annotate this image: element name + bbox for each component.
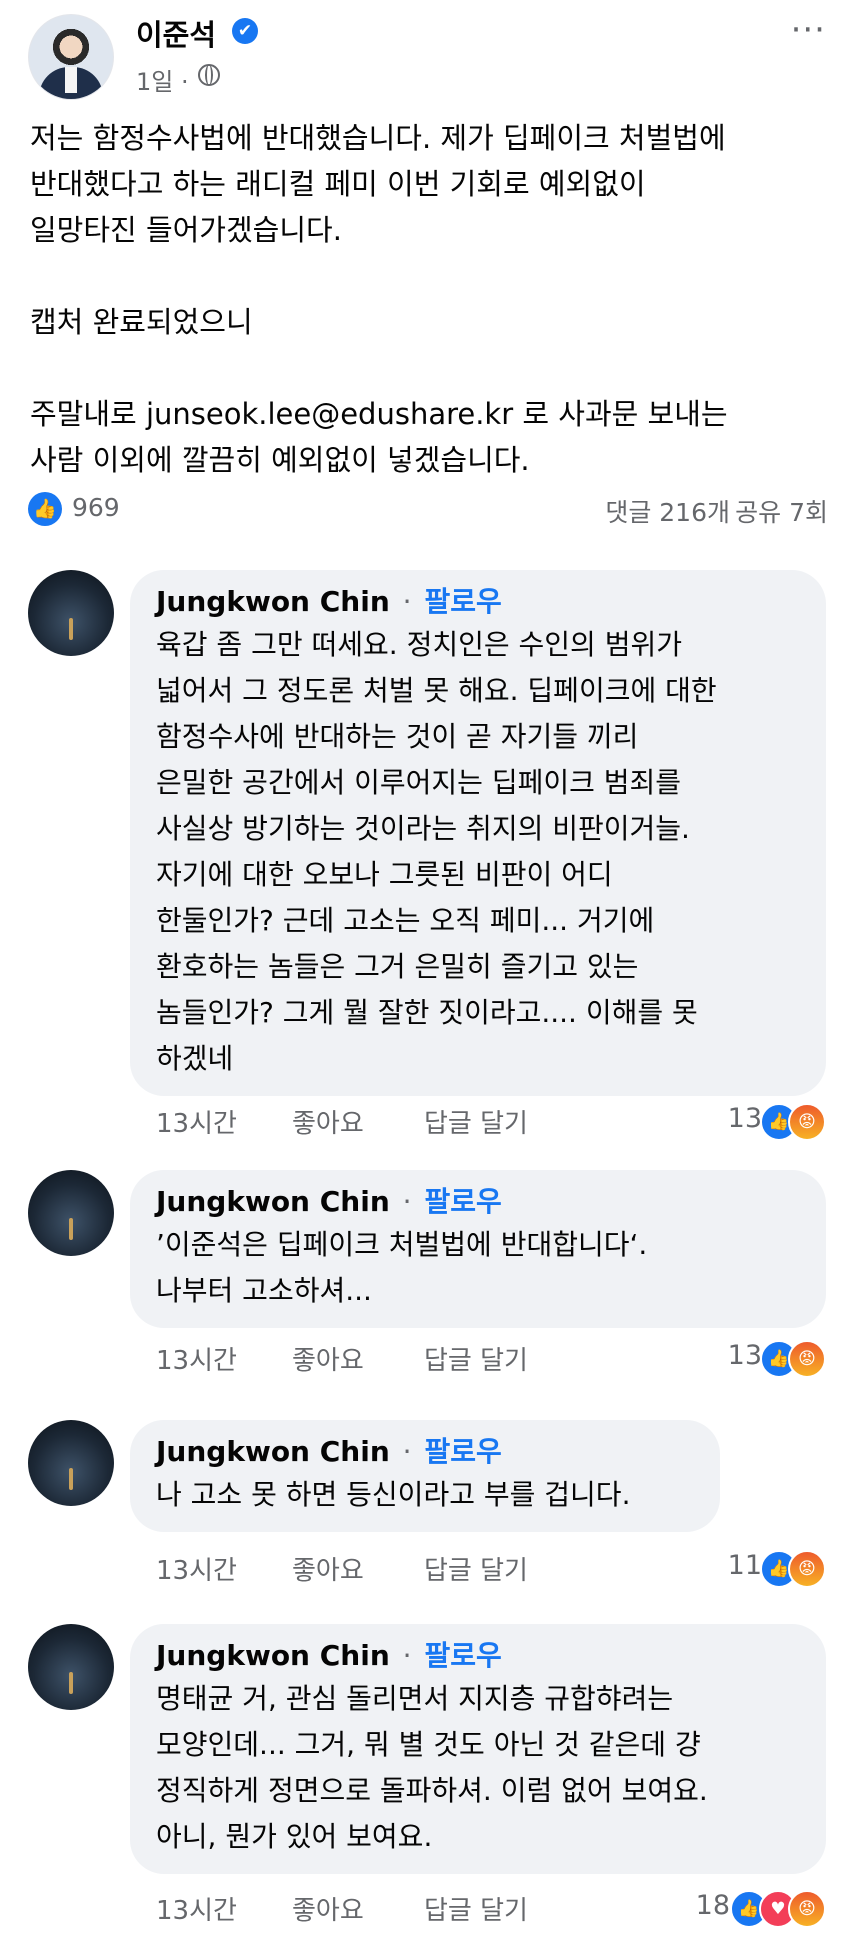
post-stats: 👍 969 댓글 216개 공유 7회 [0,490,850,536]
angry-reaction-icon: 😡 [788,1340,826,1378]
comment-bubble: Jungkwon Chin · 팔로우 명태균 거, 관심 돌리면서 지지층 규… [130,1624,826,1874]
angry-reaction-icon: 😡 [788,1103,826,1141]
comment-text: ’이준석은 딥페이크 처벌법에 반대합니다‘. 나부터 고소하셔... [156,1222,800,1314]
comment-text: 나 고소 못 하면 등신이라고 부를 겁니다. [156,1472,694,1518]
more-options-icon[interactable]: ··· [791,10,826,50]
comment-header: Jungkwon Chin · 팔로우 [156,582,800,622]
commenter-avatar[interactable] [28,1624,114,1710]
comment-line: ’이준석은 딥페이크 처벌법에 반대합니다‘. [156,1228,648,1261]
like-reaction-icon: 👍 [28,492,62,526]
comment-header: Jungkwon Chin · 팔로우 [156,1432,694,1472]
comment-bubble: Jungkwon Chin · 팔로우 나 고소 못 하면 등신이라고 부를 겁… [130,1420,720,1532]
comment-line: 놈들인가? 그게 뭘 잘한 짓이라고.... 이해를 못 [156,996,698,1029]
follow-button[interactable]: 팔로우 [424,585,501,618]
comment-line: 하겠네 [156,1042,234,1075]
comment-line: 아니, 뭔가 있어 보여요. [156,1820,433,1853]
comment-line: 명태균 거, 관심 돌리면서 지지층 규합햐려는 [156,1682,674,1715]
comment-bubble: Jungkwon Chin · 팔로우 ’이준석은 딥페이크 처벌법에 반대합니… [130,1170,826,1328]
commenter-avatar[interactable] [28,570,114,656]
like-comment-button[interactable]: 좋아요 [292,1890,364,1927]
reaction-count: 13 [727,1340,762,1371]
commenter-avatar[interactable] [28,1170,114,1256]
comment-line: 육갑 좀 그만 떠세요. 정치인은 수인의 범위가 [156,628,682,661]
commenter-name[interactable]: Jungkwon Chin [156,585,390,618]
reaction-count: 18 [695,1890,730,1921]
angry-reaction-icon: 😡 [788,1890,826,1928]
reaction-count: 13 [727,1103,762,1134]
comment-line: 모양인데... 그거, 뭐 별 것도 아닌 것 같은데 걍 [156,1728,701,1761]
follow-button[interactable]: 팔로우 [424,1185,501,1218]
separator-dot: · [402,1185,412,1218]
comment-reactions[interactable]: 11 👍 😡 [676,1550,826,1588]
like-comment-button[interactable]: 좋아요 [292,1340,364,1377]
share-count[interactable]: 공유 7회 [735,493,828,529]
post-line: 반대했다고 하는 래디컬 페미 이번 기회로 예외없이 [30,167,646,201]
comment-reactions[interactable]: 13 👍 😡 [676,1103,826,1141]
reaction-count: 11 [727,1550,762,1581]
commenter-name[interactable]: Jungkwon Chin [156,1639,390,1672]
post-line: 저는 함정수사법에 반대했습니다. 제가 딥페이크 처벌법에 [30,121,726,155]
comment-time[interactable]: 13시간 [156,1103,237,1140]
comment-header: Jungkwon Chin · 팔로우 [156,1636,800,1676]
comment-time[interactable]: 13시간 [156,1550,237,1587]
separator-dot: · [402,1639,412,1672]
comment-line: 환호하는 놈들은 그거 은밀히 즐기고 있는 [156,950,639,983]
comment-reactions[interactable]: 13 👍 😡 [676,1340,826,1378]
post-timestamp[interactable]: 1일 · [136,62,189,97]
comment-line: 자기에 대한 오보나 그릇된 비판이 어디 [156,858,613,891]
reply-button[interactable]: 답글 달기 [424,1103,528,1140]
avatar-shirt [65,67,77,93]
comment-time[interactable]: 13시간 [156,1890,237,1927]
like-comment-button[interactable]: 좋아요 [292,1103,364,1140]
comment-text: 육갑 좀 그만 떠세요. 정치인은 수인의 범위가 넓어서 그 정도론 처벌 못… [156,622,800,1082]
globe-icon [198,64,220,86]
separator-dot: · [402,585,412,618]
post-header: 이준석 ✔ 1일 · ··· [0,0,850,110]
like-comment-button[interactable]: 좋아요 [292,1550,364,1587]
comment-line: 정직하게 정면으로 돌파하셔. 이럼 없어 보여요. [156,1774,708,1807]
reply-button[interactable]: 답글 달기 [424,1890,528,1927]
commenter-name[interactable]: Jungkwon Chin [156,1435,390,1468]
comments-count[interactable]: 댓글 216개 [605,493,730,529]
comment-header: Jungkwon Chin · 팔로우 [156,1182,800,1222]
comment-line: 은밀한 공간에서 이루어지는 딥페이크 범죄를 [156,766,682,799]
comment-line: 나 고소 못 하면 등신이라고 부를 겁니다. [156,1478,631,1511]
commenter-name[interactable]: Jungkwon Chin [156,1185,390,1218]
comment-line: 넓어서 그 정도론 처벌 못 해요. 딥페이크에 대한 [156,674,717,707]
reply-button[interactable]: 답글 달기 [424,1550,528,1587]
comment-line: 함정수사에 반대하는 것이 곧 자기들 끼리 [156,720,639,753]
author-name[interactable]: 이준석 [136,12,216,54]
comment-bubble: Jungkwon Chin · 팔로우 육갑 좀 그만 떠세요. 정치인은 수인… [130,570,826,1096]
angry-reaction-icon: 😡 [788,1550,826,1588]
verified-badge-icon: ✔ [232,18,258,44]
post-line: 일망타진 들어가겠습니다. [30,213,342,247]
comment-text: 명태균 거, 관심 돌리면서 지지층 규합햐려는 모양인데... 그거, 뭐 별… [156,1676,800,1860]
comment-line: 사실상 방기하는 것이라는 취지의 비판이거늘. [156,812,690,845]
comment-line: 나부터 고소하셔... [156,1274,372,1307]
follow-button[interactable]: 팔로우 [424,1639,501,1672]
comment-reactions[interactable]: 18 👍 ♥ 😡 [646,1890,826,1928]
comment-line: 한둘인가? 근데 고소는 오직 페미... 거기에 [156,904,655,937]
post-line: 캡처 완료되었으니 [30,305,253,339]
post-line: 사람 이외에 깔끔히 예외없이 넣겠습니다. [30,443,530,477]
like-count[interactable]: 969 [72,493,120,522]
separator-dot: · [402,1435,412,1468]
reply-button[interactable]: 답글 달기 [424,1340,528,1377]
follow-button[interactable]: 팔로우 [424,1435,501,1468]
author-avatar[interactable] [28,14,114,100]
post-line: 주말내로 junseok.lee@edushare.kr 로 사과문 보내는 [30,397,728,431]
commenter-avatar[interactable] [28,1420,114,1506]
post-body: 저는 함정수사법에 반대했습니다. 제가 딥페이크 처벌법에 반대했다고 하는 … [30,115,820,483]
comment-time[interactable]: 13시간 [156,1340,237,1377]
